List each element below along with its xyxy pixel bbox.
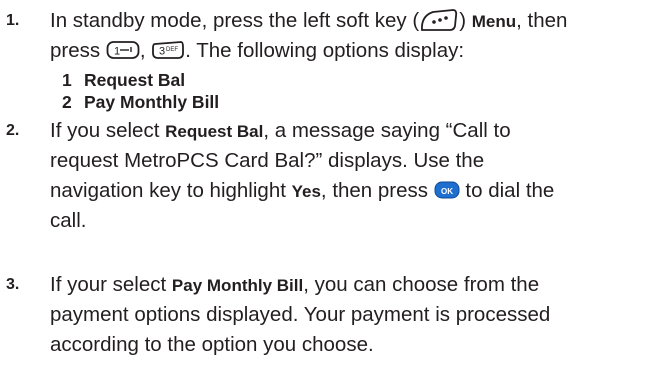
- svg-text:3: 3: [159, 45, 165, 57]
- svg-text:DEF: DEF: [166, 47, 178, 53]
- text-line: payment options displayed. Your payment …: [50, 303, 551, 326]
- text-line: navigation key to highlight Yes, then pr…: [50, 179, 555, 202]
- text-line: In standby mode, press the left soft key…: [50, 8, 568, 32]
- ok-key-icon: OK: [434, 181, 460, 199]
- text-line: request MetroPCS Card Bal?” displays. Us…: [50, 149, 485, 172]
- step-number: 1.: [6, 12, 20, 29]
- list-item: 1 Request Bal: [62, 70, 186, 90]
- text-line: press 1, 3 DEF. The following options dis…: [50, 39, 465, 62]
- step-number: 2.: [6, 122, 20, 139]
- step-text: In standby mode, press the left soft key…: [50, 6, 567, 66]
- text-line: If your select Pay Monthly Bill, you can…: [50, 273, 540, 296]
- left-soft-key-icon: [421, 8, 458, 31]
- step-text: If you select Request Bal, a message say…: [50, 116, 554, 236]
- key-1-icon: 1: [106, 40, 140, 59]
- text-line: according to the option you choose.: [50, 333, 374, 356]
- key-3-icon: 3 DEF: [152, 40, 185, 59]
- text-line: call.: [50, 209, 87, 232]
- step-text: If your select Pay Monthly Bill, you can…: [50, 270, 550, 360]
- svg-text:OK: OK: [441, 187, 453, 196]
- svg-text:1: 1: [114, 45, 120, 57]
- list-item: 2 Pay Monthly Bill: [62, 92, 220, 112]
- text-line: If you select Request Bal, a message say…: [50, 119, 511, 142]
- step-number: 3.: [6, 276, 20, 293]
